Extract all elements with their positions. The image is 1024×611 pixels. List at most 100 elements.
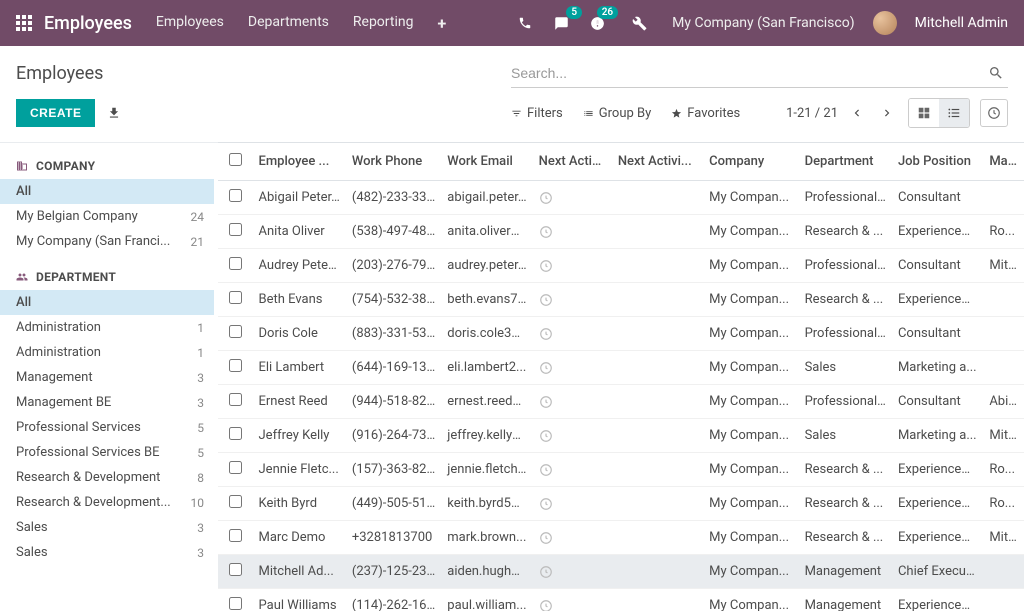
sidebar-company-item[interactable]: My Belgian Company24 — [0, 204, 214, 229]
cell-name: Eli Lambert — [253, 351, 346, 385]
col-activity[interactable]: Next Activity — [533, 143, 612, 181]
col-department[interactable]: Department — [799, 143, 892, 181]
cell-job: Consultant — [892, 385, 983, 419]
table-row[interactable]: Paul Williams(114)-262-16...paul.william… — [218, 589, 1024, 611]
row-checkbox[interactable] — [229, 257, 242, 270]
col-phone[interactable]: Work Phone — [346, 143, 441, 181]
col-company[interactable]: Company — [703, 143, 798, 181]
table-row[interactable]: Ernest Reed(944)-518-82...ernest.reed4..… — [218, 385, 1024, 419]
cell-manager: Mit... — [983, 521, 1024, 555]
row-checkbox[interactable] — [229, 223, 242, 236]
sidebar-dept-item[interactable]: Sales3 — [0, 540, 214, 565]
cell-manager: Abi... — [983, 385, 1024, 419]
table-row[interactable]: Abigail Peter...(482)-233-33...abigail.p… — [218, 181, 1024, 215]
search-wrap — [511, 58, 1008, 88]
table-row[interactable]: Anita Oliver(538)-497-48...anita.oliver3… — [218, 215, 1024, 249]
row-checkbox[interactable] — [229, 325, 242, 338]
col-job[interactable]: Job Position — [892, 143, 983, 181]
col-employee[interactable]: Employee ... — [253, 143, 346, 181]
row-checkbox-cell — [218, 249, 253, 283]
cell-activity-date — [612, 215, 703, 249]
col-manager[interactable]: Ma... — [983, 143, 1024, 181]
search-input[interactable] — [511, 61, 984, 85]
nav-reporting[interactable]: Reporting — [353, 10, 414, 37]
filters-label: Filters — [527, 106, 563, 121]
row-checkbox[interactable] — [229, 427, 242, 440]
view-kanban[interactable] — [909, 99, 939, 127]
messages-icon[interactable]: 5 — [552, 14, 570, 32]
sidebar-company-item[interactable]: My Company (San Franci... 21 — [0, 229, 214, 254]
row-checkbox[interactable] — [229, 359, 242, 372]
table-row[interactable]: Eli Lambert(644)-169-13...eli.lambert2..… — [218, 351, 1024, 385]
plus-icon[interactable]: + — [437, 10, 446, 37]
sidebar-dept-item[interactable]: Administration1 — [0, 315, 214, 340]
col-activity-date[interactable]: Next Activi... — [612, 143, 703, 181]
row-checkbox[interactable] — [229, 495, 242, 508]
phone-icon[interactable] — [516, 14, 534, 32]
sidebar-dept-item[interactable]: Research & Development...10 — [0, 490, 214, 515]
filters-button[interactable]: Filters — [511, 106, 563, 121]
cell-manager: Mit... — [983, 419, 1024, 453]
sidebar: COMPANY AllMy Belgian Company24My Compan… — [0, 142, 218, 611]
sidebar-dept-item[interactable]: Administration1 — [0, 340, 214, 365]
nav-employees[interactable]: Employees — [156, 10, 224, 37]
sidebar-dept-item[interactable]: Research & Development8 — [0, 465, 214, 490]
nav-departments[interactable]: Departments — [248, 10, 329, 37]
view-list[interactable] — [939, 99, 969, 127]
table-row[interactable]: Audrey Peter...(203)-276-79...audrey.pet… — [218, 249, 1024, 283]
table-row[interactable]: Doris Cole(883)-331-53...doris.cole31...… — [218, 317, 1024, 351]
sidebar-dept-count: 8 — [197, 471, 204, 485]
row-checkbox[interactable] — [229, 393, 242, 406]
sidebar-dept-item[interactable]: Professional Services BE5 — [0, 440, 214, 465]
row-checkbox[interactable] — [229, 461, 242, 474]
clock-icon — [539, 565, 606, 579]
table-scroll[interactable]: Employee ... Work Phone Work Email Next … — [218, 143, 1024, 611]
cell-manager: Ro... — [983, 487, 1024, 521]
col-email[interactable]: Work Email — [441, 143, 532, 181]
favorites-button[interactable]: Favorites — [671, 106, 740, 121]
tools-icon[interactable] — [630, 14, 648, 32]
table-row[interactable]: Mitchell Ad...(237)-125-23...aiden.hughe… — [218, 555, 1024, 589]
table-row[interactable]: Beth Evans(754)-532-38...beth.evans7...M… — [218, 283, 1024, 317]
row-checkbox[interactable] — [229, 563, 242, 576]
create-button[interactable]: CREATE — [16, 99, 95, 127]
cell-activity-date — [612, 487, 703, 521]
sidebar-dept-item[interactable]: Professional Services5 — [0, 415, 214, 440]
table-row[interactable]: Jeffrey Kelly(916)-264-73...jeffrey.kell… — [218, 419, 1024, 453]
row-checkbox[interactable] — [229, 291, 242, 304]
sidebar-dept-item[interactable]: Sales3 — [0, 515, 214, 540]
sidebar-dept-item[interactable]: Management BE3 — [0, 390, 214, 415]
row-checkbox[interactable] — [229, 529, 242, 542]
sidebar-company-count: 24 — [191, 210, 205, 224]
user-name[interactable]: Mitchell Admin — [915, 15, 1008, 31]
table-row[interactable]: Marc Demo+3281813700mark.brown...My Comp… — [218, 521, 1024, 555]
sidebar-dept-item[interactable]: All — [0, 290, 214, 315]
view-activity[interactable] — [980, 99, 1008, 127]
search-icon[interactable] — [984, 61, 1008, 85]
pager-prev[interactable] — [846, 102, 868, 124]
sidebar-company-item[interactable]: All — [0, 179, 214, 204]
table-row[interactable]: Keith Byrd(449)-505-51...keith.byrd52...… — [218, 487, 1024, 521]
cell-activity — [533, 419, 612, 453]
clock-icon — [539, 327, 606, 341]
sidebar-dept-item[interactable]: Management3 — [0, 365, 214, 390]
sidebar-company-label: My Company (San Franci... — [16, 234, 170, 249]
apps-icon[interactable] — [16, 15, 32, 31]
table-row[interactable]: Jennie Fletc...(157)-363-82...jennie.fle… — [218, 453, 1024, 487]
cell-name: Marc Demo — [253, 521, 346, 555]
activities-icon[interactable]: 26 — [588, 14, 606, 32]
pager-next[interactable] — [876, 102, 898, 124]
company-switcher[interactable]: My Company (San Francisco) — [672, 15, 854, 31]
row-checkbox[interactable] — [229, 189, 242, 202]
sidebar-dept-label: Professional Services — [16, 420, 141, 435]
avatar[interactable] — [873, 11, 897, 35]
app-brand[interactable]: Employees — [44, 13, 132, 34]
row-checkbox[interactable] — [229, 597, 242, 610]
sidebar-company-count: 21 — [191, 235, 205, 249]
cell-department: Professional... — [799, 249, 892, 283]
sidebar-dept-count: 10 — [191, 496, 205, 510]
import-icon[interactable] — [107, 106, 121, 120]
sidebar-dept-count: 5 — [197, 446, 204, 460]
groupby-button[interactable]: Group By — [583, 106, 652, 121]
select-all-checkbox[interactable] — [229, 153, 242, 166]
